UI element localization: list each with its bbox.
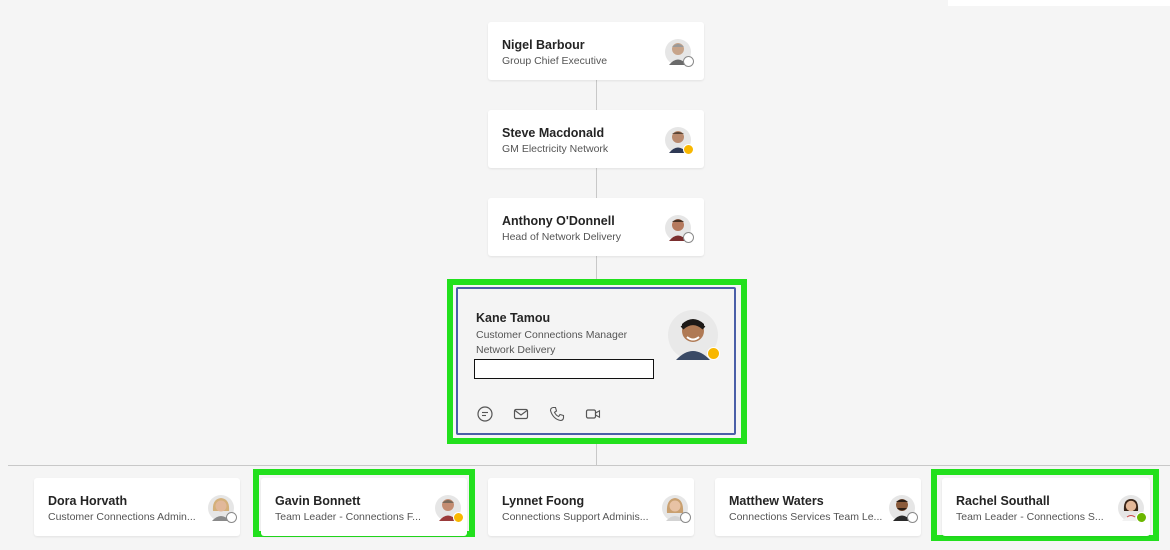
phone-icon[interactable]	[548, 405, 566, 423]
avatar	[208, 495, 237, 523]
chat-icon[interactable]	[476, 405, 494, 423]
person-name: Steve Macdonald	[502, 126, 605, 140]
person-title: Team Leader - Connections S...	[956, 511, 1104, 523]
person-name: Gavin Bonnett	[275, 494, 361, 508]
person-name: Matthew Waters	[729, 494, 824, 508]
connector	[596, 256, 597, 280]
avatar	[435, 495, 464, 523]
person-title: Customer Connections Admin...	[48, 511, 196, 523]
person-name: Anthony O'Donnell	[502, 214, 615, 228]
avatar	[665, 127, 694, 155]
person-name: Lynnet Foong	[502, 494, 585, 508]
person-title: Connections Services Team Le...	[729, 511, 883, 523]
org-card-rachel-southall[interactable]: Rachel Southall Team Leader - Connection…	[942, 478, 1150, 536]
reports-connector	[8, 465, 1170, 466]
person-name: Nigel Barbour	[502, 38, 585, 52]
presence-offline-icon	[907, 512, 918, 523]
person-title: Team Leader - Connections F...	[275, 511, 421, 523]
person-title: Head of Network Delivery	[502, 231, 622, 243]
connector	[596, 80, 597, 110]
presence-offline-icon	[680, 512, 691, 523]
org-card-gavin-bonnett[interactable]: Gavin Bonnett Team Leader - Connections …	[261, 478, 467, 536]
avatar	[665, 39, 694, 67]
person-title: Customer Connections Manager	[476, 329, 628, 341]
contact-actions	[476, 405, 602, 423]
person-name: Rachel Southall	[956, 494, 1050, 508]
org-card-nigel-barbour[interactable]: Nigel Barbour Group Chief Executive	[488, 22, 704, 80]
avatar	[889, 495, 918, 523]
top-strip	[948, 0, 1170, 6]
org-card-lynnet-foong[interactable]: Lynnet Foong Connections Support Adminis…	[488, 478, 694, 536]
org-card-dora-horvath[interactable]: Dora Horvath Customer Connections Admin.…	[34, 478, 240, 536]
video-icon[interactable]	[584, 405, 602, 423]
person-name: Kane Tamou	[476, 311, 551, 325]
presence-available-icon	[1136, 512, 1147, 523]
org-card-kane-tamou[interactable]: Kane Tamou Customer Connections Manager …	[456, 287, 736, 435]
presence-offline-icon	[683, 56, 694, 67]
presence-offline-icon	[683, 232, 694, 243]
org-card-steve-macdonald[interactable]: Steve Macdonald GM Electricity Network	[488, 110, 704, 168]
presence-away-icon	[707, 347, 720, 360]
avatar	[1118, 495, 1147, 523]
connector	[596, 443, 597, 465]
redacted-field	[474, 359, 654, 379]
mail-icon[interactable]	[512, 405, 530, 423]
person-department: Network Delivery	[476, 344, 556, 356]
avatar	[665, 215, 694, 243]
person-title: Connections Support Adminis...	[502, 511, 649, 523]
org-card-matthew-waters[interactable]: Matthew Waters Connections Services Team…	[715, 478, 921, 536]
person-title: Group Chief Executive	[502, 55, 608, 67]
avatar	[668, 310, 720, 360]
person-name: Dora Horvath	[48, 494, 128, 508]
connector	[596, 168, 597, 198]
presence-away-icon	[683, 144, 694, 155]
avatar	[662, 495, 691, 523]
person-title: GM Electricity Network	[502, 143, 609, 155]
org-card-anthony-odonnell[interactable]: Anthony O'Donnell Head of Network Delive…	[488, 198, 704, 256]
presence-away-icon	[453, 512, 464, 523]
presence-offline-icon	[226, 512, 237, 523]
